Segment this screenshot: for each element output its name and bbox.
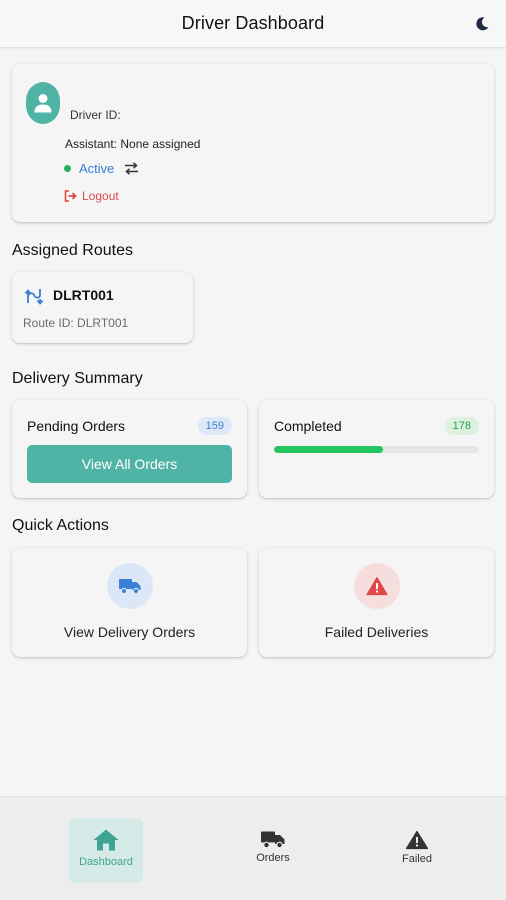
user-icon: [34, 94, 52, 113]
nav-failed-label: Failed: [402, 853, 432, 865]
assigned-routes-heading: Assigned Routes: [12, 242, 133, 259]
status-text: Active: [79, 160, 115, 176]
theme-toggle-button[interactable]: [470, 12, 494, 36]
warning-icon: [405, 830, 429, 850]
completed-title: Completed: [274, 418, 342, 434]
assistant-label: Assistant: None assigned: [65, 137, 201, 151]
completed-progress-bar: [274, 446, 479, 453]
view-delivery-orders-action[interactable]: View Delivery Orders: [12, 548, 247, 657]
status-dot: [64, 164, 71, 172]
logout-button[interactable]: Logout: [64, 189, 119, 203]
swap-arrows-icon[interactable]: [124, 161, 139, 175]
completed-progress-fill: [274, 446, 383, 453]
warning-icon: [365, 576, 388, 596]
nav-orders[interactable]: Orders: [243, 830, 303, 864]
delivery-summary-heading: Delivery Summary: [12, 370, 143, 387]
completed-card: Completed 178: [259, 400, 494, 498]
nav-dashboard[interactable]: Dashboard: [69, 818, 143, 883]
status-row: Active: [64, 159, 139, 177]
pending-count-badge: 159: [197, 417, 232, 435]
truck-icon: [118, 579, 140, 595]
app-header: Driver Dashboard: [0, 0, 506, 48]
failed-deliveries-label: Failed Deliveries: [324, 624, 429, 640]
nav-orders-label: Orders: [256, 852, 290, 864]
truck-icon: [261, 831, 285, 849]
pending-orders-card: Pending Orders 159 View All Orders: [12, 400, 247, 498]
route-name: DLRT001: [53, 287, 114, 303]
warning-icon-circle: [353, 563, 400, 609]
pending-orders-title: Pending Orders: [27, 418, 126, 434]
bottom-navigation: Dashboard Orders Failed: [0, 796, 506, 900]
completed-count-badge: 178: [444, 417, 479, 435]
route-card[interactable]: DLRT001 Route ID: DLRT001: [12, 272, 193, 343]
nav-failed[interactable]: Failed: [387, 830, 447, 865]
view-all-orders-button[interactable]: View All Orders: [27, 445, 232, 483]
moon-icon: [476, 17, 489, 31]
driver-id-label: Driver ID:: [70, 108, 121, 122]
logout-label: Logout: [82, 189, 119, 203]
page-title: Driver Dashboard: [181, 13, 325, 33]
driver-info-card: Driver ID: Assistant: None assigned Acti…: [12, 64, 494, 222]
nav-dashboard-label: Dashboard: [79, 856, 133, 868]
route-icon: [24, 289, 44, 305]
view-delivery-orders-label: View Delivery Orders: [63, 624, 196, 640]
truck-icon-circle: [106, 563, 153, 609]
failed-deliveries-action[interactable]: Failed Deliveries: [259, 548, 494, 657]
quick-actions-heading: Quick Actions: [12, 517, 109, 534]
avatar: [26, 82, 60, 124]
logout-icon: [64, 190, 77, 202]
home-icon: [93, 829, 119, 851]
route-id: Route ID: DLRT001: [23, 316, 129, 330]
